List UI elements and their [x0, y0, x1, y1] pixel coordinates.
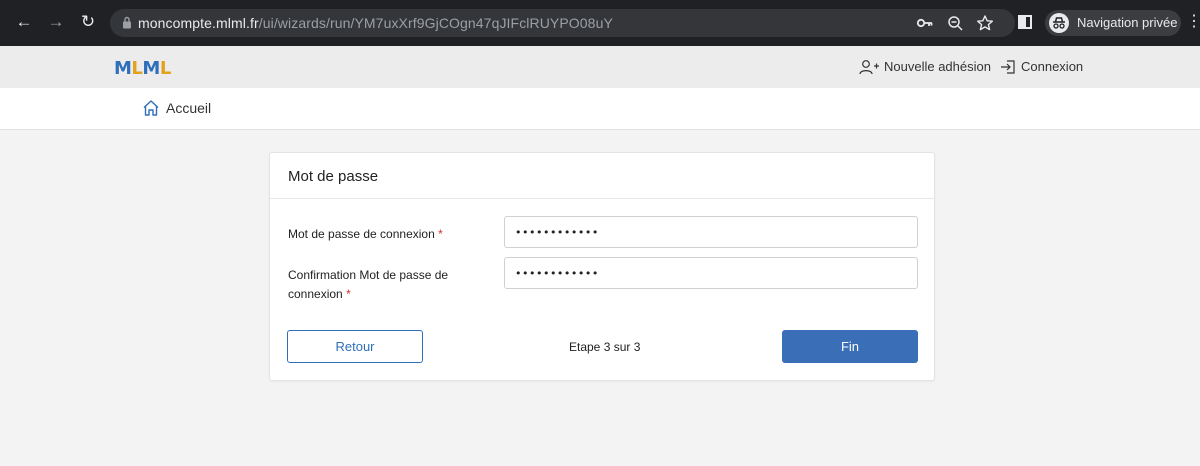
step-indicator: Etape 3 sur 3: [569, 340, 641, 354]
password-label: Mot de passe de connexion *: [288, 227, 443, 241]
finish-button[interactable]: Fin: [782, 330, 918, 363]
key-icon[interactable]: [916, 15, 934, 31]
url-text: moncompte.mlml.fr/ui/wizards/run/YM7uxXr…: [138, 15, 613, 31]
card-title: Mot de passe: [288, 168, 379, 185]
add-user-icon: [859, 60, 879, 75]
incognito-indicator[interactable]: Navigation privée: [1045, 10, 1181, 36]
new-membership-link[interactable]: Nouvelle adhésion: [859, 59, 991, 75]
home-link[interactable]: Accueil: [142, 99, 211, 117]
card-header: Mot de passe: [270, 153, 934, 199]
password-form-card: Mot de passe Mot de passe de connexion *…: [269, 152, 935, 381]
incognito-icon: [1049, 13, 1069, 33]
password-field[interactable]: [504, 216, 918, 248]
reload-icon[interactable]: ↻: [78, 11, 98, 33]
breadcrumb: Accueil: [0, 88, 1200, 130]
back-button[interactable]: Retour: [287, 330, 423, 363]
home-icon: [143, 100, 159, 116]
site-header: MLML Nouvelle adhésion Connexion: [0, 46, 1200, 88]
back-arrow-icon[interactable]: ←: [14, 11, 34, 33]
side-panel-icon[interactable]: [1018, 15, 1032, 29]
browser-toolbar: ← → ↻ moncompte.mlml.fr/ui/wizards/run/Y…: [0, 0, 1200, 46]
confirm-password-label: Confirmation Mot de passe de connexion *: [288, 268, 449, 301]
incognito-label: Navigation privée: [1077, 15, 1178, 30]
star-icon[interactable]: [976, 15, 994, 31]
menu-icon[interactable]: ⋮: [1186, 12, 1200, 32]
login-link[interactable]: Connexion: [1000, 59, 1083, 75]
address-bar[interactable]: moncompte.mlml.fr/ui/wizards/run/YM7uxXr…: [110, 9, 1015, 37]
forward-arrow-icon[interactable]: →: [46, 11, 66, 33]
lock-icon: [123, 16, 131, 29]
confirm-password-field[interactable]: [504, 257, 918, 289]
zoom-out-icon[interactable]: [946, 15, 964, 31]
logo[interactable]: MLML: [114, 58, 171, 79]
login-icon: [1001, 60, 1015, 74]
